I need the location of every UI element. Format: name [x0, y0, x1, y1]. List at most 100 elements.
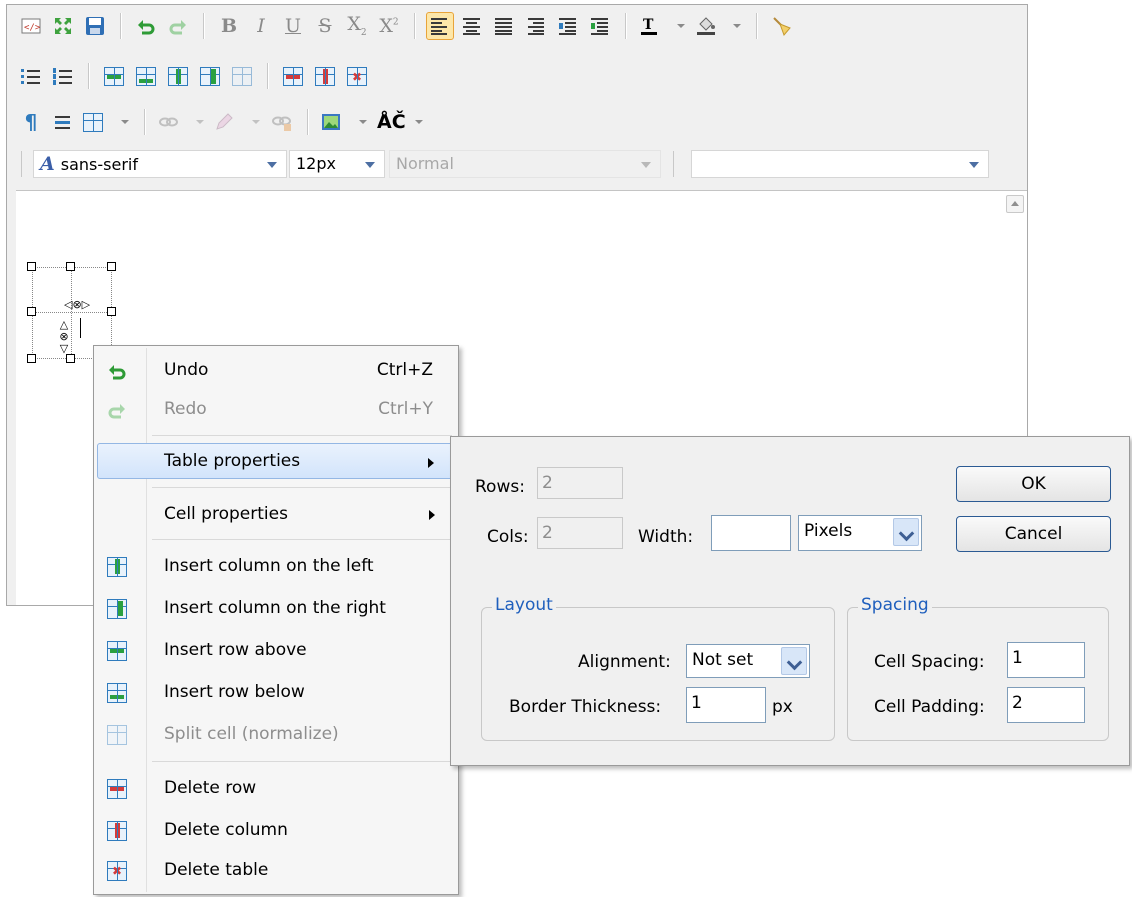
delete-row-button[interactable]: [279, 62, 307, 90]
indent-button[interactable]: [554, 12, 582, 40]
border-thickness-label: Border Thickness:: [509, 697, 662, 717]
delete-table-button[interactable]: ✖: [343, 62, 371, 90]
superscript-button[interactable]: X2: [375, 12, 403, 40]
menu-item-split-cell[interactable]: Split cell (normalize): [97, 716, 455, 752]
horizontal-rule-button[interactable]: [49, 108, 77, 136]
clean-format-button[interactable]: [768, 12, 796, 40]
menu-item-delete-table[interactable]: ✖ Delete table: [97, 852, 455, 888]
align-right-button[interactable]: [522, 12, 550, 40]
cell-padding-input[interactable]: 2: [1007, 687, 1085, 723]
bold-icon: B: [220, 14, 238, 37]
width-input[interactable]: [711, 515, 791, 551]
menu-item-cell-properties[interactable]: Cell properties: [97, 496, 455, 532]
fullscreen-button[interactable]: [49, 12, 77, 40]
border-thickness-input[interactable]: 1: [686, 687, 766, 723]
italic-button[interactable]: I: [247, 12, 275, 40]
format-value: Normal: [396, 154, 454, 173]
chevron-down-icon: [196, 120, 204, 124]
underline-button[interactable]: U: [279, 12, 307, 40]
toolbar-row-3: ¶ ÅČ: [15, 103, 429, 141]
toolbar-row-2: ✖: [15, 57, 373, 95]
font-family-select[interactable]: Asans-serif: [33, 150, 287, 178]
cols-input[interactable]: 2: [537, 517, 623, 549]
menu-item-undo[interactable]: Undo Ctrl+Z: [97, 352, 455, 388]
insert-column-left-button[interactable]: [164, 62, 192, 90]
insert-row-above-button[interactable]: [100, 62, 128, 90]
align-center-button[interactable]: [458, 12, 486, 40]
toolbar-separator: [144, 109, 145, 135]
menu-item-table-properties[interactable]: Table properties: [97, 443, 455, 479]
edit-link-button[interactable]: [212, 108, 264, 136]
strikethrough-button[interactable]: S: [311, 12, 339, 40]
resize-handle[interactable]: [27, 307, 36, 316]
toolbar-separator: [120, 13, 121, 39]
format-select[interactable]: Normal: [389, 150, 661, 178]
subscript-icon: X2: [347, 12, 367, 38]
style-select[interactable]: [691, 150, 989, 178]
resize-handle[interactable]: [27, 262, 36, 271]
delete-column-icon: [107, 821, 127, 841]
menu-item-label: Table properties: [164, 451, 301, 471]
text-cursor: [80, 318, 81, 338]
insert-column-right-button[interactable]: [196, 62, 224, 90]
width-unit-select[interactable]: Pixels: [798, 515, 922, 551]
paragraph-marks-button[interactable]: ¶: [17, 108, 45, 136]
menu-item-label: Insert column on the left: [164, 556, 374, 576]
cancel-button[interactable]: Cancel: [956, 516, 1111, 552]
split-cell-button[interactable]: [228, 62, 256, 90]
insert-table-button[interactable]: [81, 108, 133, 136]
resize-handle[interactable]: [66, 354, 75, 363]
column-resize-icon[interactable]: ◁⊗▷: [64, 299, 90, 310]
svg-text:T: T: [643, 17, 654, 33]
chevron-down-icon: [415, 120, 423, 124]
font-size-select[interactable]: 12px: [289, 150, 385, 178]
rows-input[interactable]: 2: [537, 467, 623, 499]
menu-item-delete-row[interactable]: Delete row: [97, 770, 455, 806]
redo-button[interactable]: [164, 12, 192, 40]
menu-item-label: Insert row above: [164, 640, 307, 660]
insert-link-button[interactable]: [156, 108, 208, 136]
unlink-icon: [272, 116, 291, 131]
insert-column-left-icon: [107, 557, 127, 577]
border-unit-label: px: [772, 697, 793, 717]
toolbar-separator: [625, 13, 626, 39]
insert-row-below-button[interactable]: [132, 62, 160, 90]
resize-handle[interactable]: [107, 307, 116, 316]
background-color-button[interactable]: [693, 12, 745, 40]
menu-item-insert-column-right[interactable]: Insert column on the right: [97, 590, 455, 626]
special-characters-button[interactable]: ÅČ: [375, 108, 427, 136]
outdent-button[interactable]: [586, 12, 614, 40]
menu-item-insert-row-below[interactable]: Insert row below: [97, 674, 455, 710]
alignment-select[interactable]: Not set: [686, 644, 810, 678]
subscript-button[interactable]: X2: [343, 12, 371, 40]
menu-item-insert-column-left[interactable]: Insert column on the left: [97, 548, 455, 584]
scroll-up-button[interactable]: [1006, 195, 1024, 213]
bullet-list-button[interactable]: [17, 62, 45, 90]
resize-handle[interactable]: [66, 262, 75, 271]
align-left-button[interactable]: [426, 12, 454, 40]
menu-item-redo[interactable]: Redo Ctrl+Y: [97, 391, 455, 427]
redo-icon: [169, 20, 186, 35]
bold-button[interactable]: B: [215, 12, 243, 40]
cell-spacing-input[interactable]: 1: [1007, 642, 1085, 678]
unlink-button[interactable]: [268, 108, 296, 136]
chevron-down-icon: [641, 162, 651, 168]
row-resize-icon[interactable]: △ ⊗ ▽: [58, 319, 70, 355]
special-characters-icon: ÅČ: [377, 111, 406, 133]
insert-image-button[interactable]: [319, 108, 371, 136]
menu-item-delete-column[interactable]: Delete column: [97, 812, 455, 848]
resize-handle[interactable]: [107, 262, 116, 271]
ok-button[interactable]: OK: [956, 466, 1111, 502]
undo-button[interactable]: [132, 12, 160, 40]
menu-item-insert-row-above[interactable]: Insert row above: [97, 632, 455, 668]
delete-column-button[interactable]: [311, 62, 339, 90]
align-justify-button[interactable]: [490, 12, 518, 40]
resize-handle[interactable]: [27, 354, 36, 363]
text-color-button[interactable]: T: [637, 12, 689, 40]
numbered-list-button[interactable]: [49, 62, 77, 90]
menu-item-label: Cell properties: [164, 504, 288, 524]
save-icon: [86, 17, 104, 35]
menu-item-label: Delete column: [164, 820, 288, 840]
source-code-button[interactable]: </>: [17, 12, 45, 40]
save-button[interactable]: [81, 12, 109, 40]
